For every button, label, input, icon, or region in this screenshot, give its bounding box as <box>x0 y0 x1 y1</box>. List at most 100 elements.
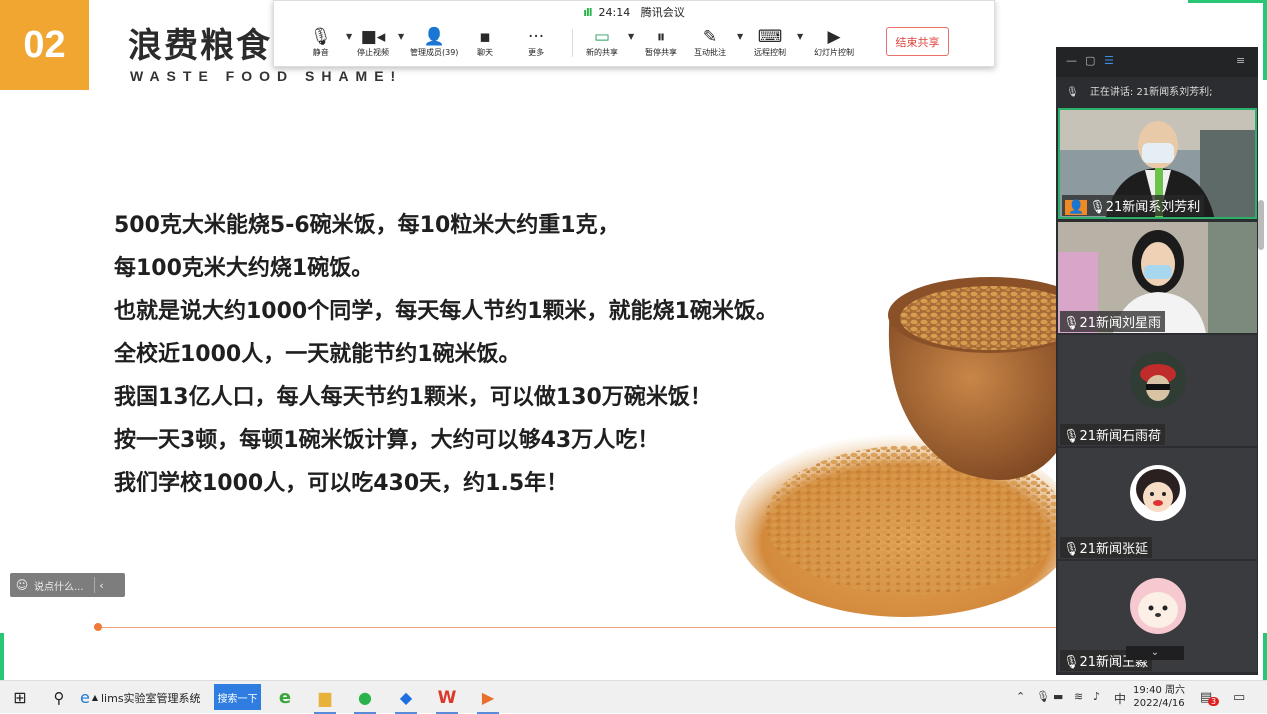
slide-body: 500克大米能烧5-6碗米饭，每10粒米大约重1克， 每100克米大约烧1碗饭。… <box>114 206 778 507</box>
screen-share-icon: ▭ <box>593 27 611 47</box>
comment-box[interactable]: ☺ 说点什么... ‹ <box>10 573 125 597</box>
participant-name-text: 21新闻张延 <box>1079 542 1149 557</box>
battery-icon[interactable]: ▬ <box>1053 690 1063 703</box>
chat-label: 聊天 <box>477 48 493 57</box>
more-button[interactable]: ··· 更多 <box>528 27 544 58</box>
meeting-toolbar: ıll 24:14 腾讯会议 🎙 静音 ▼ ■◂ 停止视频 ▼ 👤 管理成员(3… <box>273 0 995 67</box>
body-line: 500克大米能烧5-6碗米饭，每10粒米大约重1克， <box>114 213 620 238</box>
volume-icon[interactable]: ♪ <box>1093 690 1100 703</box>
participant-name-text: 21新闻石雨荷 <box>1079 429 1162 444</box>
microphone-icon: 🎙 <box>310 27 332 47</box>
windows-start-icon[interactable]: ⊞ <box>5 681 35 714</box>
new-share-button[interactable]: ▭ 新的共享 <box>586 27 618 58</box>
tray-chevron-up-icon[interactable]: ⌃ <box>1016 690 1025 703</box>
signal-icon: ıll <box>583 6 592 19</box>
end-share-button[interactable]: 结束共享 <box>886 27 949 56</box>
annotate-button[interactable]: ✎ 互动批注 <box>694 27 726 58</box>
scrollbar[interactable] <box>1258 200 1264 250</box>
share-options-chevron-icon[interactable]: ▼ <box>628 32 634 41</box>
browser-label: lims实验室管理系统 <box>101 691 201 705</box>
scroll-down-chevron-icon[interactable]: ⌄ <box>1126 646 1184 660</box>
file-explorer-icon[interactable]: ▆ <box>310 681 340 714</box>
annotate-options-chevron-icon[interactable]: ▼ <box>737 32 743 41</box>
remote-control-button[interactable]: ⌨ 远程控制 <box>754 27 786 58</box>
body-line: 全校近1000人，一天就能节约1碗米饭。 <box>114 342 521 367</box>
wifi-icon[interactable]: ≋ <box>1074 690 1083 703</box>
search-button[interactable]: 搜索一下 <box>214 684 261 710</box>
system-clock[interactable]: 19:40 周六 2022/4/16 <box>1133 684 1185 710</box>
body-line: 每100克米大约烧1碗饭。 <box>114 256 374 281</box>
video-options-chevron-icon[interactable]: ▼ <box>398 32 404 41</box>
stop-video-button[interactable]: ■◂ 停止视频 <box>357 27 389 58</box>
chat-button[interactable]: ▪ 聊天 <box>477 27 493 58</box>
comment-placeholder[interactable]: 说点什么... <box>34 578 84 593</box>
participant-tile[interactable]: 👤 🎙21新闻系刘芳利 <box>1058 108 1257 219</box>
ime-indicator[interactable]: 中 <box>1114 690 1126 707</box>
chevron-up-icon: ▲ <box>91 693 98 702</box>
mic-muted-icon: 🎙 <box>1063 655 1080 670</box>
pause-share-button[interactable]: ⏸ 暂停共享 <box>645 27 677 58</box>
mute-button[interactable]: 🎙 静音 <box>310 27 332 58</box>
stop-video-label: 停止视频 <box>357 48 389 57</box>
slide-control-button[interactable]: ▶ 幻灯片控制 <box>814 27 854 58</box>
mic-muted-icon: 🎙 <box>1063 542 1080 557</box>
mute-options-chevron-icon[interactable]: ▼ <box>346 32 352 41</box>
body-line: 我国13亿人口，每人每天节约1颗米，可以做130万碗米饭！ <box>114 385 712 410</box>
microphone-icon: 🎙 <box>1066 87 1079 98</box>
body-line: 按一天3顿，每顿1碗米饭计算，大约可以够43万人吃！ <box>114 428 660 453</box>
section-number-badge: 02 <box>0 0 89 90</box>
menu-icon[interactable]: ≡ <box>1236 54 1245 67</box>
mic-muted-icon: 🎙 <box>1063 316 1080 331</box>
layout-list-icon[interactable]: ☰ <box>1104 54 1114 67</box>
action-center-icon[interactable]: ▭ <box>1233 690 1245 705</box>
restore-window-icon[interactable]: ▢ <box>1085 54 1095 67</box>
slideshow-app-icon[interactable]: ▶ <box>473 681 503 714</box>
toolbar-header: ıll 24:14 腾讯会议 <box>274 4 994 20</box>
share-border-right-top <box>1263 0 1267 80</box>
participant-name-text: 21新闻刘星雨 <box>1079 316 1162 331</box>
tencent-meeting-icon[interactable]: ◆ <box>391 681 421 714</box>
remote-control-icon: ⌨ <box>757 27 783 47</box>
ellipsis-icon: ··· <box>528 27 545 47</box>
person-icon: 👤 <box>423 27 445 47</box>
participant-name: 🎙21新闻张延 <box>1060 537 1153 558</box>
edge-browser-icon[interactable]: e <box>270 681 300 714</box>
pause-share-label: 暂停共享 <box>645 48 677 57</box>
meeting-timer: 24:14 <box>598 6 631 19</box>
remote-options-chevron-icon[interactable]: ▼ <box>797 32 803 41</box>
search-icon[interactable]: ⚲ <box>44 681 74 714</box>
mute-label: 静音 <box>312 48 329 57</box>
manage-members-label: 管理成员(39) <box>410 48 459 57</box>
annotate-icon: ✎ <box>702 27 718 47</box>
minimize-icon[interactable]: — <box>1066 54 1077 67</box>
app-name: 腾讯会议 <box>640 6 685 19</box>
wechat-icon[interactable]: ● <box>350 681 380 714</box>
slideshow-icon: ▶ <box>827 27 841 47</box>
clock-time: 19:40 周六 <box>1133 685 1185 696</box>
collapse-arrow-icon[interactable]: ‹ <box>95 579 109 592</box>
participant-tile[interactable]: 🎙21新闻刘星雨 <box>1058 222 1257 333</box>
smile-icon[interactable]: ☺ <box>10 578 34 592</box>
participant-tile[interactable]: 🎙21新闻张延 <box>1058 448 1257 559</box>
manage-members-button[interactable]: 👤 管理成员(39) <box>410 27 458 58</box>
wps-office-icon[interactable]: W <box>432 681 462 714</box>
browser-taskbar-item[interactable]: e ▲ lims实验室管理系统 <box>80 681 208 714</box>
video-panel: — ▢ ☰ ≡ 🎙 正在讲话: 21新闻系刘芳利; 👤 🎙21新闻系刘芳利 🎙2… <box>1056 47 1258 675</box>
mic-icon: 🎙 <box>1089 200 1106 215</box>
body-line: 我们学校1000人，可以吃430天，约1.5年！ <box>114 471 569 496</box>
avatar <box>1130 352 1186 408</box>
chat-icon: ▪ <box>479 27 491 47</box>
slide-subtitle: WASTE FOOD SHAME! <box>130 68 403 84</box>
notification-badge: 3 <box>1208 697 1220 706</box>
remote-control-label: 远程控制 <box>754 48 786 57</box>
share-border-right-bottom <box>1263 633 1267 680</box>
participant-tile[interactable]: 🎙21新闻石雨荷 <box>1058 335 1257 446</box>
windows-taskbar: ⊞ ⚲ e ▲ lims实验室管理系统 搜索一下 e ▆ ● ◆ W ▶ ⌃ 🎙… <box>0 680 1267 714</box>
toolbar-divider <box>572 29 573 57</box>
notification-icon[interactable]: ▤ 3 <box>1200 690 1220 706</box>
tray-microphone-icon[interactable]: 🎙 <box>1036 690 1050 703</box>
speaking-indicator: 🎙 正在讲话: 21新闻系刘芳利; <box>1056 80 1258 106</box>
participant-name-text: 21新闻系刘芳利 <box>1105 200 1201 215</box>
ie-browser-icon: e <box>80 688 90 707</box>
more-label: 更多 <box>528 48 545 57</box>
